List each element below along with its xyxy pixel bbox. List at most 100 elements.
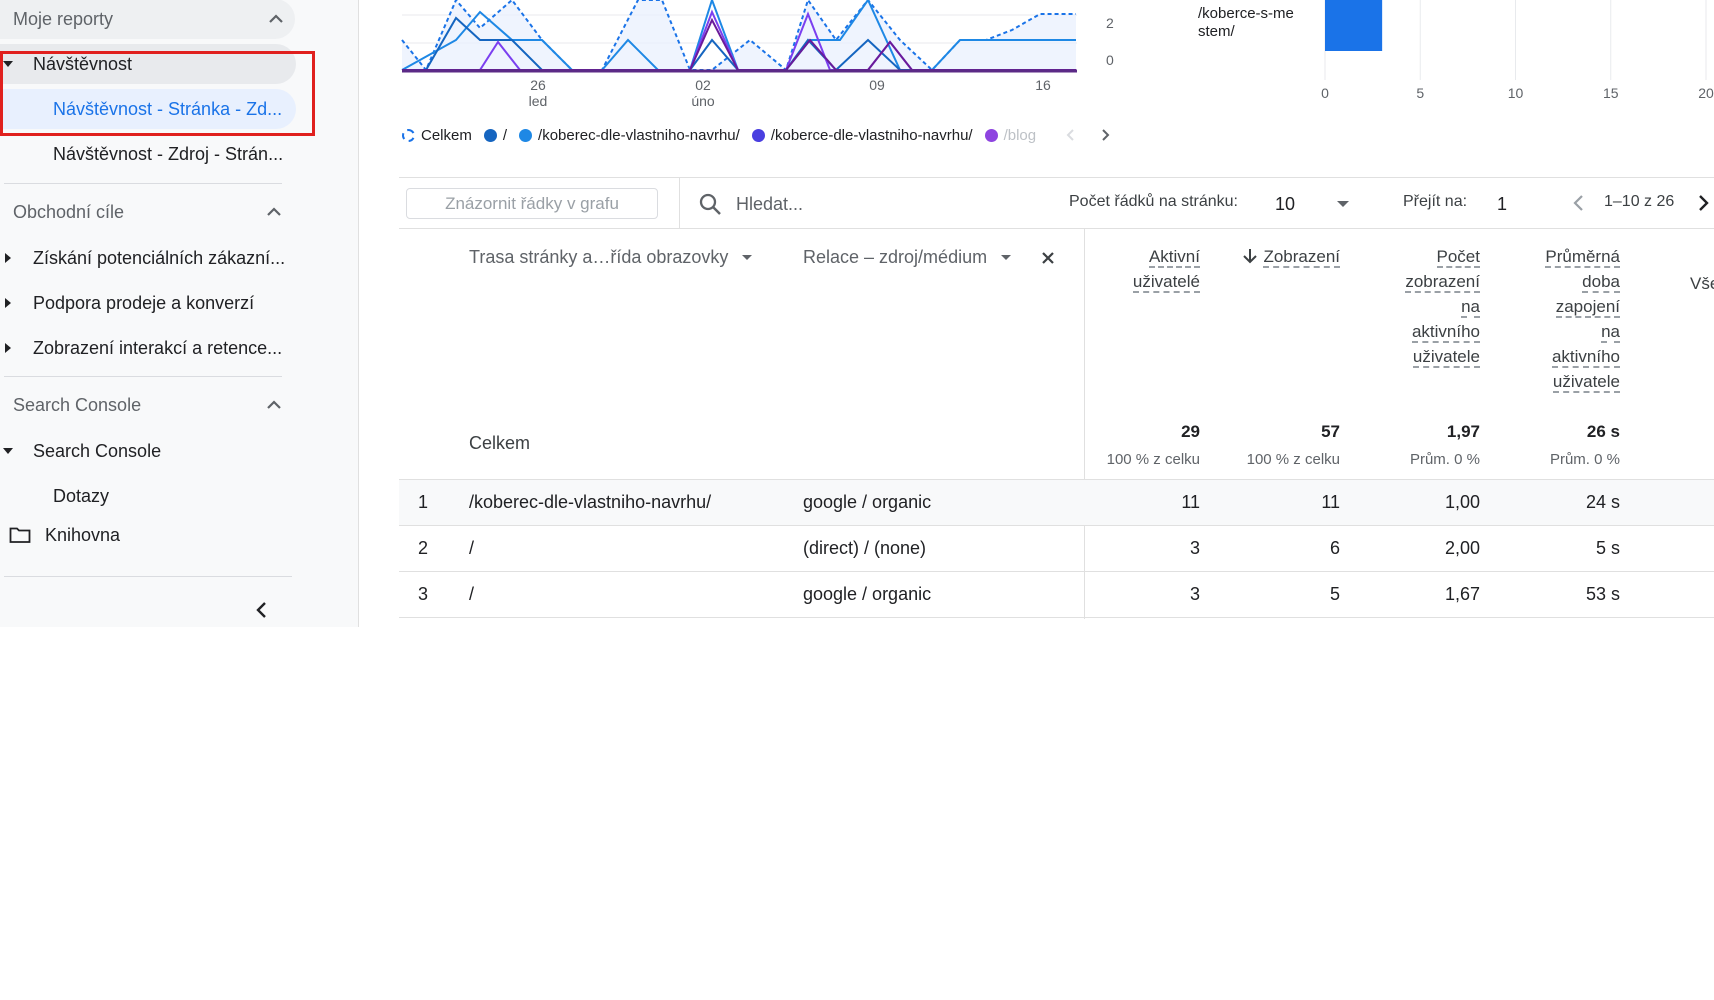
sort-descending-arrow-icon[interactable] xyxy=(1242,247,1258,265)
metric-header-line: aktivního xyxy=(1360,319,1480,344)
legend-label: /blog xyxy=(1003,126,1037,144)
dropdown-arrow-icon xyxy=(1001,255,1012,260)
legend-label: / xyxy=(502,126,508,144)
metric-header-word: na xyxy=(1601,322,1620,343)
row-index: 1 xyxy=(418,492,429,512)
next-page-chevron-icon[interactable] xyxy=(1696,193,1710,213)
metric-header-views[interactable]: Zobrazení xyxy=(1220,244,1340,269)
metric-header-word: na xyxy=(1461,297,1480,318)
dimension-header-session-source[interactable]: Relace – zdroj/médium xyxy=(803,247,1012,268)
row-avg-engagement: 53 s xyxy=(1585,584,1620,604)
metric-header-word: aktivního xyxy=(1551,347,1620,368)
dimension-header-label: Trasa stránky a…řída obrazovky xyxy=(469,247,729,267)
metric-header-word: zapojení xyxy=(1555,297,1620,318)
legend-dot-icon xyxy=(751,128,765,142)
total-avg-engagement: 26 s xyxy=(1586,422,1620,441)
legend-next-chevron-icon[interactable] xyxy=(1099,127,1111,143)
metric-header-line: zapojení xyxy=(1500,294,1620,319)
dimension-header-label: Relace – zdroj/médium xyxy=(803,247,988,267)
metric-header-avg-engagement[interactable]: Průměrná doba zapojení na aktivního uživ… xyxy=(1500,244,1620,394)
divider xyxy=(4,576,292,577)
section-business-goals[interactable]: Obchodní cíle xyxy=(13,192,293,232)
legend-item-celkem[interactable]: Celkem xyxy=(402,127,472,144)
table-row[interactable]: 3 / google / organic 3 5 1,67 53 s xyxy=(399,571,1714,617)
x-tick-day: 26 xyxy=(530,77,546,93)
section-search-console-label: Search Console xyxy=(13,394,142,415)
bar-x-tick-label: 20 xyxy=(1698,85,1714,101)
caret-right-icon xyxy=(5,298,11,308)
row-source: (direct) / (none) xyxy=(803,538,927,558)
legend-item-koberec[interactable]: /koberec-dle-vlastniho-navrhu/ xyxy=(519,127,740,144)
sidebar-item-sales-conversions[interactable]: Podpora prodeje a konverzí xyxy=(0,283,254,323)
metric-header-word: uživatele xyxy=(1552,372,1620,393)
y-tick-label: 2 xyxy=(1106,15,1114,31)
y-tick-label: 0 xyxy=(1106,52,1114,68)
table-row[interactable]: 2 / (direct) / (none) 3 6 2,00 5 s xyxy=(399,525,1714,571)
row-views: 5 xyxy=(1329,584,1340,604)
legend-dot-icon xyxy=(519,128,533,142)
metric-header-line: Zobrazení xyxy=(1220,244,1340,269)
sidebar-item-library[interactable]: Knihovna xyxy=(9,515,120,555)
total-views-per-user: 1,97 xyxy=(1446,422,1480,441)
go-to-page-input[interactable] xyxy=(1497,190,1537,218)
legend-prev-chevron-icon[interactable] xyxy=(1065,127,1077,143)
chevron-up-icon[interactable] xyxy=(267,10,285,28)
legend-item-koberce[interactable]: /koberce-dle-vlastniho-navrhu/ xyxy=(751,126,973,144)
rows-per-page-select[interactable]: 10 xyxy=(1275,190,1349,218)
row-views-per-user: 2,00 xyxy=(1444,538,1480,558)
table-row-border xyxy=(399,617,1714,618)
metric-header-views-per-user[interactable]: Počet zobrazení na aktivního uživatele xyxy=(1360,244,1480,369)
metric-header-line: uživatele xyxy=(1500,369,1620,394)
legend-label: /koberce-dle-vlastniho-navrhu/ xyxy=(770,126,973,144)
row-views: 11 xyxy=(1321,492,1340,512)
collapse-chevron-left-icon[interactable] xyxy=(254,600,270,620)
metric-header-cut[interactable]: Vše xyxy=(1690,274,1714,294)
section-my-reports[interactable]: Moje reporty xyxy=(0,0,295,39)
sidebar-item-dotazy[interactable]: Dotazy xyxy=(53,476,109,516)
toolbar-divider xyxy=(679,177,680,229)
legend-label: Celkem xyxy=(421,126,472,144)
sidebar-item-search-console[interactable]: Search Console xyxy=(0,431,161,471)
row-source: google / organic xyxy=(803,492,932,512)
legend-item-root[interactable]: / xyxy=(483,126,508,144)
dimension-header-page-path[interactable]: Trasa stránky a…řída obrazovky xyxy=(469,247,753,268)
table-row[interactable]: 1 /koberec-dle-vlastniho-navrhu/ google … xyxy=(399,479,1714,525)
dropdown-arrow-icon xyxy=(742,255,753,260)
sidebar-item-label: Zobrazení interakcí a retence... xyxy=(33,337,283,358)
row-avg-engagement: 5 s xyxy=(1595,538,1620,558)
row-active-users: 3 xyxy=(1189,538,1200,558)
chevron-up-icon[interactable] xyxy=(265,203,283,221)
sidebar: Moje reporty Návštěvnost Návštěvnost - S… xyxy=(0,0,359,627)
sidebar-item-navstevnost-zdroj-stranka[interactable]: Návštěvnost - Zdroj - Strán... xyxy=(53,134,283,174)
sidebar-item-label: Knihovna xyxy=(45,524,121,545)
sidebar-item-label: Dotazy xyxy=(53,485,110,506)
section-business-goals-label: Obchodní cíle xyxy=(13,201,125,222)
bar-x-tick-label: 10 xyxy=(1508,85,1524,101)
legend-item-blog[interactable]: /blog xyxy=(984,126,1051,144)
metric-header-line: Aktivní xyxy=(1100,244,1200,269)
metric-header-line: uživatele xyxy=(1360,344,1480,369)
metric-header-word: uživatele xyxy=(1412,347,1480,368)
legend-label: /koberec-dle-vlastniho-navrhu/ xyxy=(538,126,740,144)
prev-page-chevron-icon[interactable] xyxy=(1572,193,1586,213)
sidebar-item-engagement-retention[interactable]: Zobrazení interakcí a retence... xyxy=(0,328,282,368)
search-box[interactable] xyxy=(698,189,976,219)
dropdown-arrow-icon xyxy=(1337,201,1349,207)
divider xyxy=(4,376,282,377)
section-my-reports-label: Moje reporty xyxy=(13,8,114,29)
plot-rows-button[interactable]: Znázornit řádky v grafu xyxy=(406,188,658,219)
metric-header-line: na xyxy=(1500,319,1620,344)
row-page-path: / xyxy=(469,584,475,604)
bar-koberce-s-mestem[interactable] xyxy=(1325,0,1383,51)
legend-dot-icon xyxy=(984,128,998,142)
remove-dimension-close-icon[interactable] xyxy=(1040,250,1056,266)
chevron-up-icon[interactable] xyxy=(265,396,283,414)
search-input[interactable] xyxy=(736,193,976,215)
total-views-sub: 100 % z celku xyxy=(1246,451,1340,468)
metric-header-word: Počet xyxy=(1436,247,1480,268)
sidebar-item-lead-acquisition[interactable]: Získání potenciálních zákazní... xyxy=(0,238,285,278)
section-search-console[interactable]: Search Console xyxy=(13,385,293,425)
metric-header-word: Zobrazení xyxy=(1263,247,1340,268)
total-views: 57 xyxy=(1321,422,1340,441)
metric-header-active-users[interactable]: Aktivní uživatelé xyxy=(1100,244,1200,294)
